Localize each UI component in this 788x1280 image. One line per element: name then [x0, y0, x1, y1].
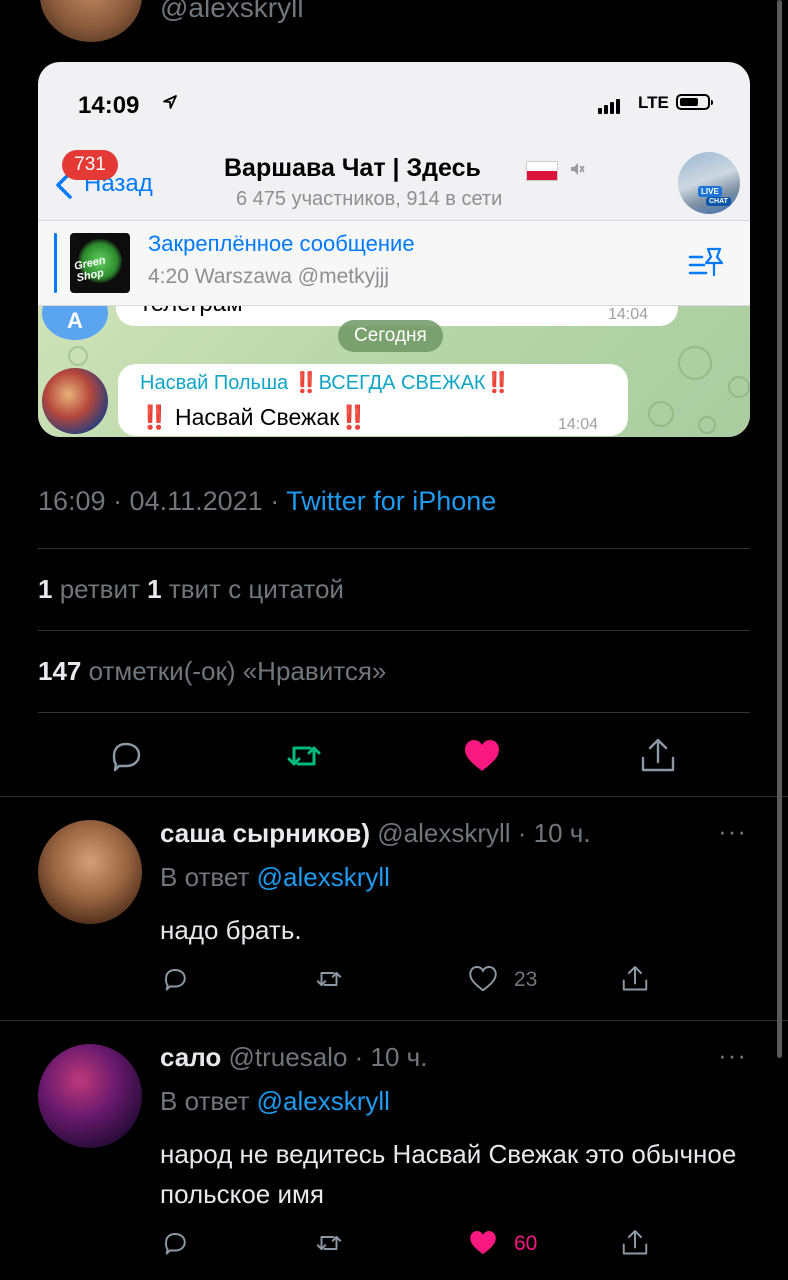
like-count: 60	[514, 1232, 538, 1255]
status-time: 14:09	[78, 92, 140, 119]
message-time-prev: 14:04	[608, 306, 649, 323]
divider	[38, 712, 750, 713]
share-icon[interactable]	[638, 736, 678, 776]
avatar-tag-chat: CHAT	[706, 197, 731, 206]
reply-author[interactable]: сало @truesalo · 10 ч.	[160, 1042, 427, 1073]
sender-avatar	[42, 368, 108, 434]
pinned-message-bar: Green Shop Закреплённое сообщение 4:20 W…	[38, 220, 750, 306]
reply-to-line: В ответ @alexskryll	[160, 1086, 390, 1116]
message-time: 14:04	[558, 416, 599, 433]
pin-list-icon	[688, 247, 724, 277]
tweet-media-image[interactable]: 14:09 LTE Назад 731 Варшава Чат | Здесь …	[38, 62, 750, 437]
scrollbar[interactable]	[777, 0, 782, 1058]
like-count: 23	[514, 968, 538, 991]
date-pill: Сегодня	[338, 320, 443, 352]
divider	[38, 548, 750, 549]
like-stats[interactable]: 147 отметки(-ок) «Нравится»	[38, 656, 386, 687]
divider	[0, 796, 788, 797]
reply-icon[interactable]	[160, 1228, 190, 1258]
heart-filled-icon[interactable]	[462, 736, 502, 776]
pinned-thumbnail: Green Shop	[70, 233, 130, 293]
reply-to-link[interactable]: @alexskryll	[257, 862, 390, 892]
divider	[0, 1020, 788, 1021]
retweet-stats[interactable]: 1 ретвит 1 твит с цитатой	[38, 574, 344, 605]
unread-badge: 731	[62, 150, 118, 180]
chat-avatar: LIVE CHAT	[678, 152, 740, 214]
retweet-icon[interactable]	[314, 964, 344, 994]
pinned-accent-bar	[54, 233, 57, 293]
sender-avatar-prev: А	[42, 306, 108, 340]
battery-icon	[676, 94, 713, 110]
reply-icon[interactable]	[160, 964, 190, 994]
tweet-time-date: 16:09 · 04.11.2021 ·	[38, 486, 287, 516]
tweet-timestamp: 16:09 · 04.11.2021 · Twitter for iPhone	[38, 486, 496, 517]
network-type: LTE	[638, 93, 669, 112]
retweet-icon[interactable]	[284, 736, 324, 776]
author-avatar[interactable]	[40, 0, 142, 42]
chat-title: Варшава Чат | Здесь	[224, 154, 481, 182]
divider	[38, 630, 750, 631]
more-options-icon[interactable]: ···	[718, 816, 747, 847]
share-icon[interactable]	[620, 964, 650, 994]
message-text-prev: телеграм	[140, 306, 243, 318]
retweet-icon[interactable]	[314, 1228, 344, 1258]
message-text: ‼️ Насвай Свежак‼️	[140, 404, 368, 430]
reply-text: надо брать.	[160, 915, 302, 945]
heart-filled-icon[interactable]	[468, 1228, 498, 1258]
reply-avatar[interactable]	[38, 820, 142, 924]
reply-icon[interactable]	[106, 736, 146, 776]
mute-icon	[571, 163, 585, 175]
ios-status-bar: 14:09 LTE	[38, 62, 750, 144]
more-options-icon[interactable]: ···	[718, 1040, 747, 1071]
pinned-title: Закреплённое сообщение	[148, 231, 415, 256]
author-handle[interactable]: @alexskryll	[160, 0, 304, 24]
pinned-text: 4:20 Warszawa @metkyjjj	[148, 265, 390, 288]
reply-author[interactable]: саша сырников) @alexskryll · 10 ч.	[160, 818, 591, 849]
reply-to-line: В ответ @alexskryll	[160, 862, 390, 892]
tweet-source-link[interactable]: Twitter for iPhone	[286, 486, 496, 516]
reply-text: народ не ведитесь Насвай Свежак это обыч…	[160, 1139, 737, 1209]
avatar-tag-live: LIVE	[698, 186, 722, 197]
chat-area: А телеграм 14:04 Сегодня Насвай Польша ‼…	[38, 306, 750, 437]
poland-flag-icon	[526, 161, 558, 181]
heart-icon[interactable]	[468, 964, 498, 994]
message-sender: Насвай Польша ‼️ВСЕГДА СВЕЖАК‼️	[140, 372, 511, 394]
share-icon[interactable]	[620, 1228, 650, 1258]
reply-to-link[interactable]: @alexskryll	[257, 1086, 390, 1116]
signal-icon	[598, 96, 622, 114]
location-arrow-icon	[163, 95, 177, 109]
reply-avatar[interactable]	[38, 1044, 142, 1148]
chat-subtitle: 6 475 участников, 914 в сети	[236, 188, 503, 210]
